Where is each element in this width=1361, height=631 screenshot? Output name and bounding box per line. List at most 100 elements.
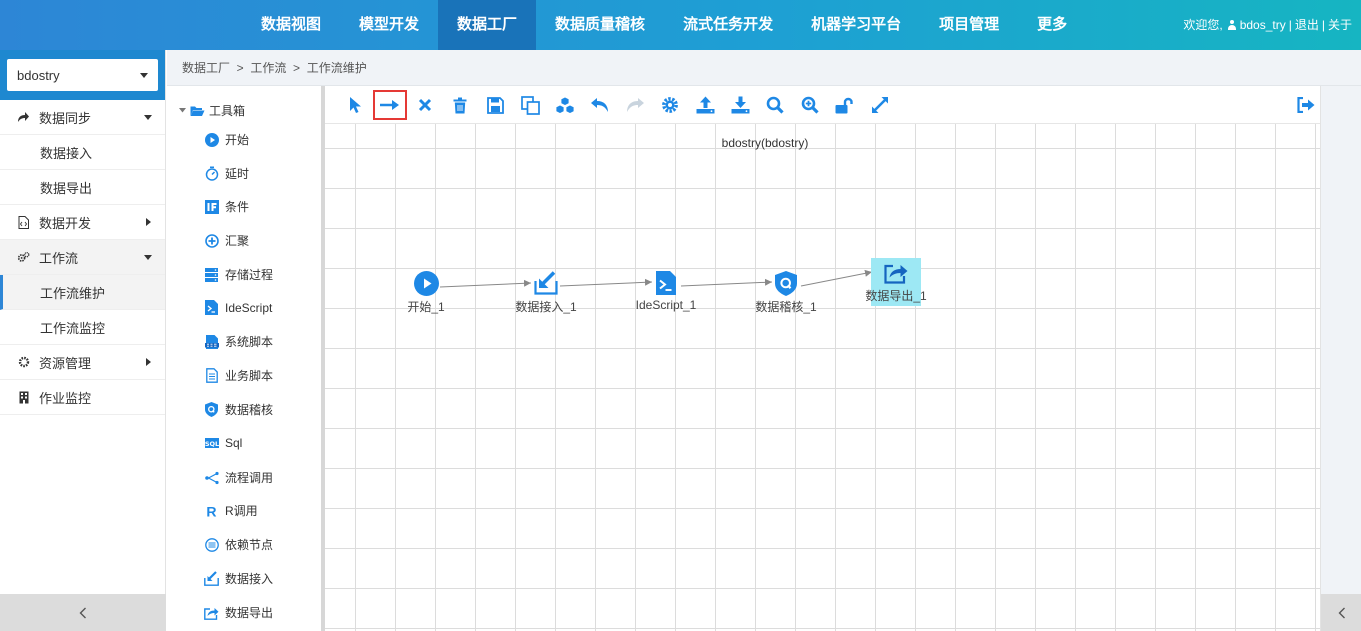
folder-open-icon	[190, 106, 205, 116]
nav-model-dev[interactable]: 模型开发	[340, 0, 438, 50]
submenu-workflow-monitor[interactable]: 工作流监控	[0, 310, 165, 345]
undo-icon[interactable]	[586, 91, 614, 119]
menu-label: 数据同步	[39, 110, 92, 126]
settings-gear-icon[interactable]	[656, 91, 684, 119]
play-circle-icon	[204, 132, 219, 147]
menu-data-dev[interactable]: 数据开发	[0, 205, 165, 240]
top-header: 数据视图 模型开发 数据工厂 数据质量稽核 流式任务开发 机器学习平台 项目管理…	[0, 0, 1361, 50]
shell-script-icon	[204, 334, 219, 349]
cubes-icon[interactable]	[551, 91, 579, 119]
nav-data-quality[interactable]: 数据质量稽核	[536, 0, 664, 50]
fullscreen-icon[interactable]	[866, 91, 894, 119]
redo-icon[interactable]	[621, 91, 649, 119]
menu-workflow[interactable]: 工作流	[0, 240, 165, 275]
tool-label: 开始	[225, 133, 250, 147]
node-data-export[interactable]: 数据导出_1	[865, 258, 927, 306]
nav-data-factory[interactable]: 数据工厂	[438, 0, 537, 50]
search-icon[interactable]	[761, 91, 789, 119]
tool-label: 业务脚本	[225, 369, 274, 383]
gears-icon	[17, 251, 30, 264]
nav-ml-platform[interactable]: 机器学习平台	[792, 0, 920, 50]
tool-label: IdeScript	[225, 300, 273, 315]
upload-icon[interactable]	[691, 91, 719, 119]
tool-dependency-node[interactable]: 依赖节点	[204, 536, 273, 553]
menu-data-sync[interactable]: 数据同步	[0, 100, 165, 135]
tool-data-import[interactable]: 数据接入	[204, 570, 273, 587]
idescript-icon	[204, 300, 219, 315]
node-label: 数据接入_1	[515, 300, 577, 314]
tool-r-call[interactable]: R R调用	[204, 502, 257, 519]
download-icon[interactable]	[726, 91, 754, 119]
r-language-icon: R	[204, 503, 219, 518]
submenu-data-export[interactable]: 数据导出	[0, 170, 165, 205]
sidebar-collapse-button[interactable]	[0, 594, 166, 631]
main-nav: 数据视图 模型开发 数据工厂 数据质量稽核 流式任务开发 机器学习平台 项目管理…	[242, 0, 1086, 50]
data-import-icon	[204, 571, 219, 586]
node-label: IdeScript_1	[635, 298, 697, 312]
canvas-toolbar	[325, 86, 1320, 124]
separator: |	[1321, 18, 1325, 32]
caret-right-icon	[146, 218, 151, 226]
nav-stream-task[interactable]: 流式任务开发	[664, 0, 792, 50]
right-panel-strip	[1320, 86, 1361, 631]
tool-delay[interactable]: 延时	[204, 165, 249, 182]
username[interactable]: bdos_try	[1240, 0, 1286, 50]
submenu-data-import[interactable]: 数据接入	[0, 135, 165, 170]
tool-start[interactable]: 开始	[204, 131, 249, 148]
audit-shield-icon	[773, 270, 799, 296]
menu-resource-mgmt[interactable]: 资源管理	[0, 345, 165, 380]
tool-idescript[interactable]: IdeScript	[204, 300, 272, 315]
tool-data-export[interactable]: 数据导出	[204, 604, 273, 621]
node-label: 数据稽核_1	[755, 300, 817, 314]
building-icon	[17, 391, 30, 404]
separator: |	[1288, 18, 1292, 32]
nav-project-mgmt[interactable]: 项目管理	[920, 0, 1018, 50]
zoom-in-icon[interactable]	[796, 91, 824, 119]
node-data-import[interactable]: 数据接入_1	[506, 270, 586, 315]
connect-arrow-icon[interactable]	[373, 90, 407, 120]
tool-flow-call[interactable]: 流程调用	[204, 469, 273, 486]
about-link[interactable]: 关于	[1328, 0, 1352, 50]
tool-label: 条件	[225, 200, 250, 214]
tool-system-script[interactable]: 系统脚本	[204, 333, 273, 350]
trash-icon[interactable]	[446, 91, 474, 119]
node-start[interactable]: 开始_1	[386, 270, 466, 315]
node-data-audit[interactable]: 数据稽核_1	[746, 270, 826, 315]
workflow-canvas[interactable]: bdostry(bdostry) 开始_1 数据接入_1 IdeScript_1…	[325, 86, 1320, 631]
workflow-title: bdostry(bdostry)	[721, 136, 809, 150]
server-icon	[204, 267, 219, 282]
tool-converge[interactable]: 汇聚	[204, 232, 249, 249]
tool-business-script[interactable]: 业务脚本	[204, 367, 273, 384]
tool-sql[interactable]: SQL Sql	[204, 435, 242, 450]
pointer-icon[interactable]	[341, 91, 369, 119]
project-select[interactable]: bdostry	[7, 59, 158, 91]
save-icon[interactable]	[481, 91, 509, 119]
tool-condition[interactable]: 条件	[204, 198, 249, 215]
exit-icon[interactable]	[1292, 91, 1320, 119]
share-arrow-icon	[17, 111, 30, 124]
flow-call-icon	[204, 470, 219, 485]
project-select-value: bdostry	[17, 67, 60, 83]
nav-more[interactable]: 更多	[1018, 0, 1086, 50]
tool-data-audit[interactable]: 数据稽核	[204, 401, 273, 418]
tool-label: 系统脚本	[225, 335, 274, 349]
right-collapse-button[interactable]	[1321, 594, 1361, 631]
data-import-icon	[533, 270, 559, 296]
svg-text:SQL: SQL	[205, 440, 219, 448]
menu-label: 作业监控	[39, 390, 92, 406]
submenu-workflow-maintain[interactable]: 工作流维护	[0, 275, 165, 310]
copy-icon[interactable]	[516, 91, 544, 119]
toolbox-header[interactable]: 工具箱	[179, 102, 245, 119]
nav-data-view[interactable]: 数据视图	[242, 0, 340, 50]
chevron-left-icon	[79, 607, 87, 619]
menu-job-monitor[interactable]: 作业监控	[0, 380, 165, 415]
tool-label: 数据稽核	[225, 403, 274, 417]
tool-stored-procedure[interactable]: 存储过程	[204, 266, 273, 283]
node-idescript[interactable]: IdeScript_1	[626, 270, 706, 312]
delete-x-icon[interactable]	[411, 91, 439, 119]
menu-label: 数据开发	[39, 215, 92, 231]
logout-link[interactable]: 退出	[1295, 0, 1319, 50]
sql-file-icon: SQL	[204, 435, 219, 450]
unlock-icon[interactable]	[831, 91, 859, 119]
caret-down-icon	[179, 108, 186, 113]
